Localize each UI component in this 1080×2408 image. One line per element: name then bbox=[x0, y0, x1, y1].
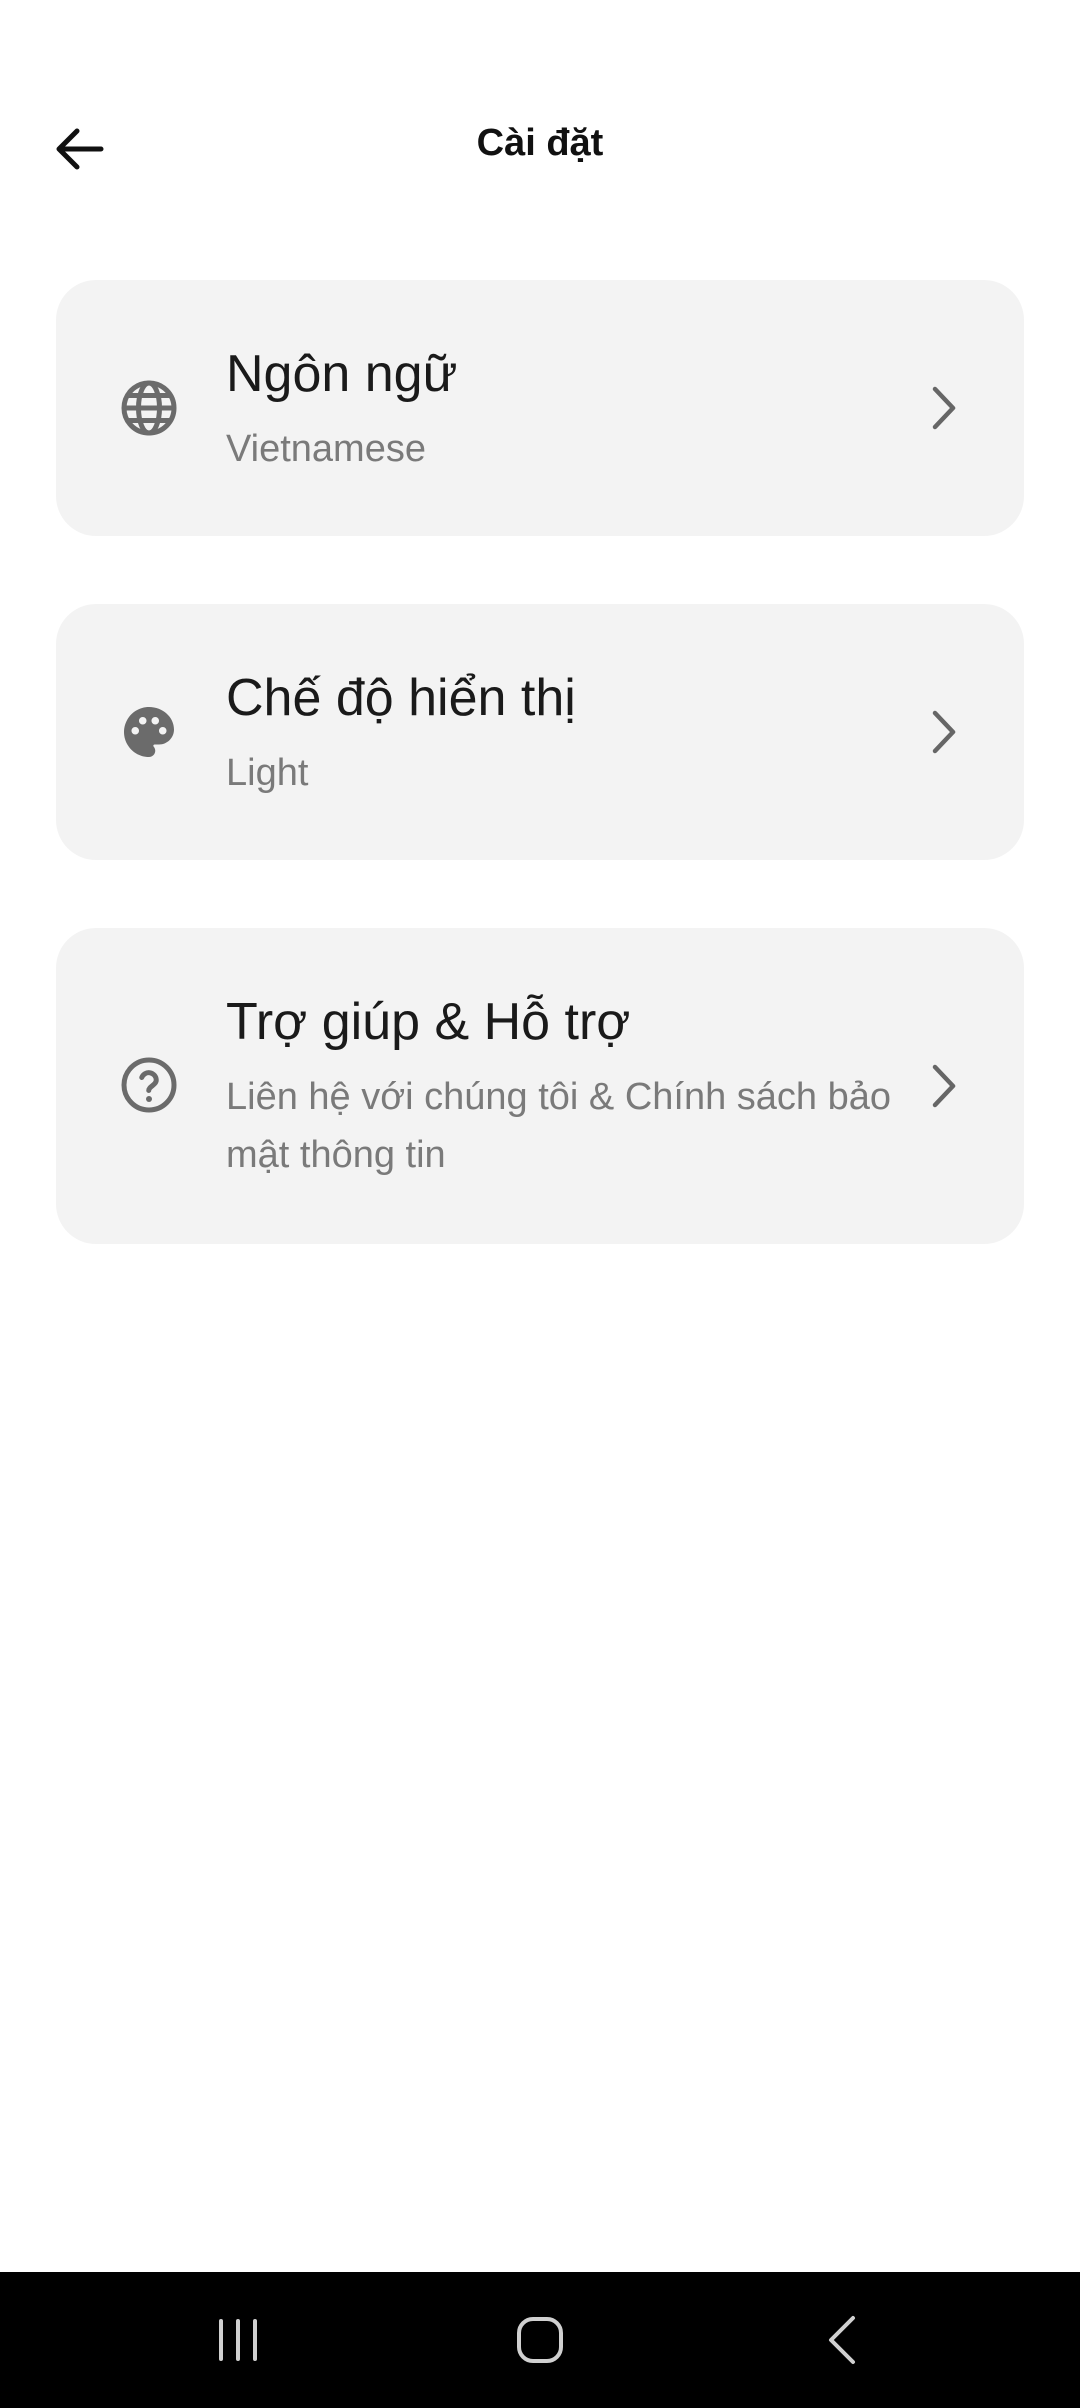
help-support-setting-item[interactable]: Trợ giúp & Hỗ trợ Liên hệ với chúng tôi … bbox=[56, 928, 1024, 1244]
system-navigation-bar bbox=[0, 2272, 1080, 2408]
language-setting-item[interactable]: Ngôn ngữ Vietnamese bbox=[56, 280, 1024, 536]
chevron-right-icon bbox=[924, 380, 964, 436]
setting-value: Vietnamese bbox=[226, 428, 426, 470]
back-icon bbox=[829, 2316, 855, 2364]
home-icon bbox=[517, 2317, 563, 2363]
app-header: Cài đặt bbox=[0, 80, 1080, 210]
system-back-button[interactable] bbox=[782, 2290, 902, 2390]
setting-title: Chế độ hiển thị bbox=[226, 669, 576, 727]
home-button[interactable] bbox=[480, 2290, 600, 2390]
display-mode-text: Chế độ hiển thị Light bbox=[226, 666, 894, 802]
recent-apps-button[interactable] bbox=[178, 2290, 298, 2390]
palette-icon bbox=[116, 699, 182, 765]
globe-icon bbox=[116, 375, 182, 441]
help-support-text: Trợ giúp & Hỗ trợ Liên hệ với chúng tôi … bbox=[226, 990, 894, 1184]
setting-title: Ngôn ngữ bbox=[226, 345, 458, 403]
setting-description: Liên hệ với chúng tôi & Chính sách bảo m… bbox=[226, 1076, 892, 1176]
help-circle-icon bbox=[116, 1052, 182, 1118]
settings-screen: Cài đặt Ngôn ngữ Vietnamese Chế độ hiển … bbox=[0, 0, 1080, 2408]
display-mode-setting-item[interactable]: Chế độ hiển thị Light bbox=[56, 604, 1024, 860]
setting-value: Light bbox=[226, 752, 309, 794]
chevron-right-icon bbox=[924, 704, 964, 760]
recent-apps-icon bbox=[219, 2319, 257, 2361]
language-text: Ngôn ngữ Vietnamese bbox=[226, 342, 894, 478]
chevron-right-icon bbox=[924, 1058, 964, 1114]
setting-title: Trợ giúp & Hỗ trợ bbox=[226, 993, 631, 1051]
page-title: Cài đặt bbox=[476, 122, 604, 164]
